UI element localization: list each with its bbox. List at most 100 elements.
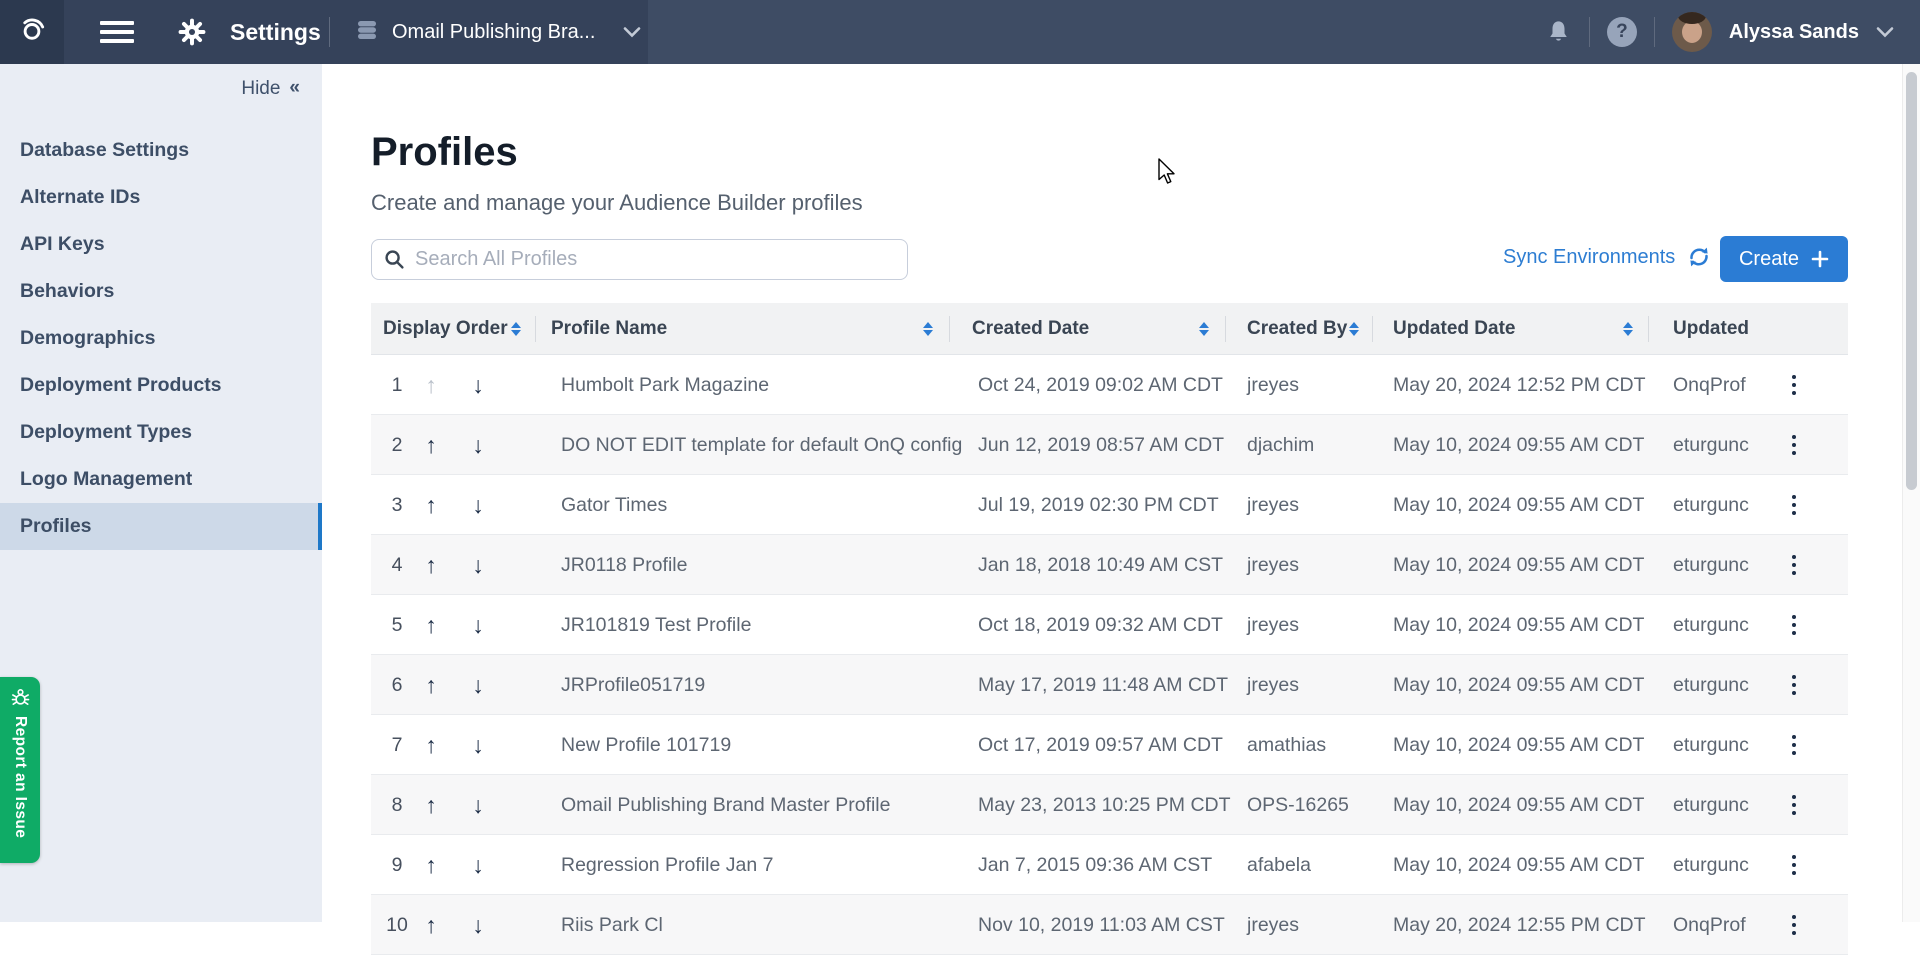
header-column-divider (535, 316, 536, 342)
sidebar-item-alternate-ids[interactable]: Alternate IDs (0, 174, 322, 221)
report-issue-button[interactable]: Report an Issue (0, 677, 40, 863)
move-down-arrow-icon[interactable]: ↓ (465, 715, 491, 775)
user-name: Alyssa Sands (1729, 21, 1859, 44)
row-actions-kebab-icon[interactable] (1779, 595, 1809, 655)
profile-name[interactable]: JRProfile051719 (561, 655, 705, 715)
user-avatar[interactable] (1672, 12, 1712, 52)
profile-name[interactable]: JR0118 Profile (561, 535, 687, 595)
move-down-arrow-icon[interactable]: ↓ (465, 595, 491, 655)
row-actions-kebab-icon[interactable] (1779, 835, 1809, 895)
sidebar-item-deployment-products[interactable]: Deployment Products (0, 362, 322, 409)
profile-name[interactable]: Omail Publishing Brand Master Profile (561, 775, 890, 835)
profile-name[interactable]: Gator Times (561, 475, 667, 535)
row-display-order: 2 (379, 415, 415, 475)
row-actions-kebab-icon[interactable] (1779, 895, 1809, 955)
profile-name[interactable]: Humbolt Park Magazine (561, 355, 769, 415)
sidebar-item-demographics[interactable]: Demographics (0, 315, 322, 362)
row-display-order: 7 (379, 715, 415, 775)
move-up-arrow-icon[interactable]: ↑ (418, 475, 444, 535)
sort-arrows-icon[interactable] (1349, 322, 1359, 336)
sidebar-item-api-keys[interactable]: API Keys (0, 221, 322, 268)
created-date: Jan 18, 2018 10:49 AM CST (978, 535, 1223, 595)
column-header-updated-date[interactable]: Updated Date (1393, 303, 1515, 355)
app-logo[interactable] (0, 0, 64, 64)
menu-icon[interactable] (100, 0, 136, 64)
created-date: Oct 24, 2019 09:02 AM CDT (978, 355, 1223, 415)
move-up-arrow-icon[interactable]: ↑ (418, 655, 444, 715)
created-by: jreyes (1247, 475, 1299, 535)
move-down-arrow-icon[interactable]: ↓ (465, 835, 491, 895)
move-down-arrow-icon[interactable]: ↓ (465, 415, 491, 475)
row-display-order: 10 (379, 895, 415, 955)
topbar-divider (1589, 17, 1590, 47)
move-down-arrow-icon[interactable]: ↓ (465, 355, 491, 415)
row-actions-kebab-icon[interactable] (1779, 355, 1809, 415)
row-actions-kebab-icon[interactable] (1779, 715, 1809, 775)
profile-name[interactable]: DO NOT EDIT template for default OnQ con… (561, 415, 962, 475)
move-down-arrow-icon[interactable]: ↓ (465, 475, 491, 535)
omeda-logo-icon (10, 8, 54, 57)
vertical-scrollbar[interactable] (1902, 64, 1920, 922)
search-icon (384, 249, 405, 270)
hide-label: Hide (241, 78, 280, 100)
notifications-bell-icon[interactable] (1545, 18, 1572, 47)
sidebar-item-behaviors[interactable]: Behaviors (0, 268, 322, 315)
sort-arrows-icon[interactable] (1623, 322, 1633, 336)
created-date: Oct 18, 2019 09:32 AM CDT (978, 595, 1223, 655)
row-actions-kebab-icon[interactable] (1779, 475, 1809, 535)
help-icon[interactable]: ? (1607, 17, 1637, 47)
sidebar-item-deployment-types[interactable]: Deployment Types (0, 409, 322, 456)
row-actions-kebab-icon[interactable] (1779, 535, 1809, 595)
sidebar-hide-button[interactable]: Hide « (241, 78, 300, 100)
create-button[interactable]: Create (1720, 236, 1848, 282)
profile-name[interactable]: New Profile 101719 (561, 715, 731, 775)
search-input[interactable] (415, 248, 895, 271)
sort-arrows-icon[interactable] (923, 322, 933, 336)
move-up-arrow-icon[interactable]: ↑ (418, 535, 444, 595)
user-menu-chevron-icon[interactable] (1876, 26, 1894, 38)
sidebar-item-logo-management[interactable]: Logo Management (0, 456, 322, 503)
topbar-left-section: Settings Omail Publishing Bra... (0, 0, 648, 64)
sort-arrows-icon[interactable] (511, 322, 521, 336)
sync-environments-label: Sync Environments (1503, 246, 1675, 269)
move-up-arrow-icon[interactable]: ↑ (418, 775, 444, 835)
column-header-display-order[interactable]: Display Order (383, 303, 508, 355)
created-date: May 23, 2013 10:25 PM CDT (978, 775, 1231, 835)
move-down-arrow-icon[interactable]: ↓ (465, 775, 491, 835)
move-down-arrow-icon[interactable]: ↓ (465, 655, 491, 715)
sort-arrows-icon[interactable] (1199, 322, 1209, 336)
brand-selector[interactable]: Omail Publishing Bra... (356, 0, 641, 64)
sync-environments-link[interactable]: Sync Environments (1503, 245, 1712, 269)
column-header-created-date[interactable]: Created Date (972, 303, 1089, 355)
table-row: 10↑↓Riis Park ClNov 10, 2019 11:03 AM CS… (371, 895, 1848, 955)
sidebar-item-profiles[interactable]: Profiles (0, 503, 322, 550)
topbar-title: Settings (230, 0, 321, 64)
move-up-arrow-icon[interactable]: ↑ (418, 415, 444, 475)
sidebar-item-database-settings[interactable]: Database Settings (0, 127, 322, 174)
move-down-arrow-icon[interactable]: ↓ (465, 535, 491, 595)
updated-by: OnqProf (1673, 355, 1769, 415)
updated-by: eturgunc (1673, 595, 1769, 655)
row-actions-kebab-icon[interactable] (1779, 415, 1809, 475)
move-up-arrow-icon[interactable]: ↑ (418, 895, 444, 955)
search-box (371, 239, 908, 280)
move-up-arrow-icon[interactable]: ↑ (418, 595, 444, 655)
row-actions-kebab-icon[interactable] (1779, 775, 1809, 835)
column-header-updated[interactable]: Updated (1673, 303, 1749, 355)
profile-name[interactable]: Regression Profile Jan 7 (561, 835, 773, 895)
created-by: jreyes (1247, 595, 1299, 655)
column-header-created-by[interactable]: Created By (1247, 303, 1347, 355)
scrollbar-thumb[interactable] (1906, 72, 1917, 490)
row-actions-kebab-icon[interactable] (1779, 655, 1809, 715)
profile-name[interactable]: JR101819 Test Profile (561, 595, 751, 655)
created-by: OPS-16265 (1247, 775, 1349, 835)
move-up-arrow-icon[interactable]: ↑ (418, 715, 444, 775)
create-button-label: Create (1739, 248, 1799, 271)
move-up-arrow-icon[interactable]: ↑ (418, 355, 444, 415)
profile-name[interactable]: Riis Park Cl (561, 895, 663, 955)
settings-gear-icon (178, 18, 206, 46)
topbar: Settings Omail Publishing Bra... ? (0, 0, 1920, 64)
column-header-profile-name[interactable]: Profile Name (551, 303, 667, 355)
move-down-arrow-icon[interactable]: ↓ (465, 895, 491, 955)
move-up-arrow-icon[interactable]: ↑ (418, 835, 444, 895)
